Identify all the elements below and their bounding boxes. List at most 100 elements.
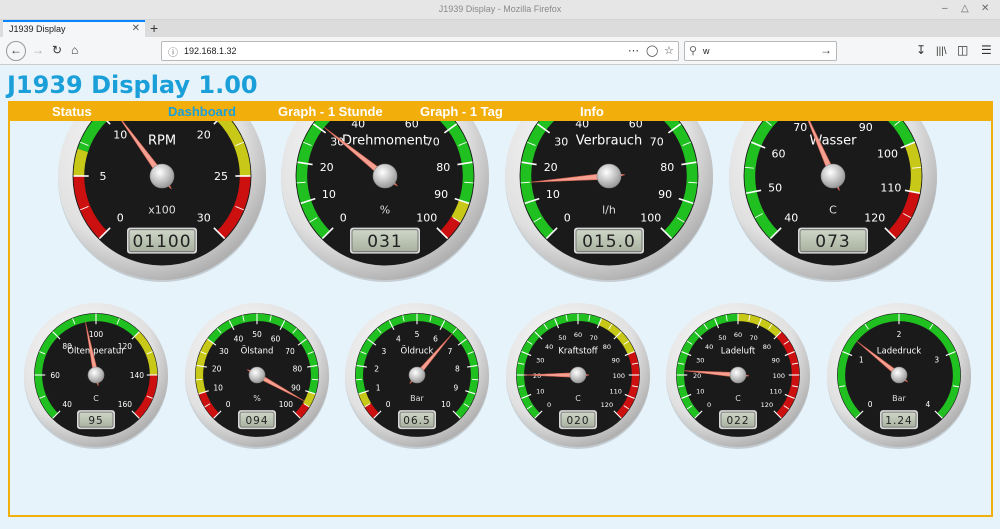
- search-bar[interactable]: ⚲ w →: [684, 41, 837, 61]
- gauge-tick-label: 20: [693, 372, 701, 380]
- gauge-tick-label: 10: [213, 384, 223, 393]
- gauge-intake: 010 20 3040 50 60 70 8090 100 110 120 Ladeluft C 022: [666, 303, 810, 449]
- menu-item-status[interactable]: Status: [52, 104, 92, 119]
- gauge-unit: Bar: [892, 394, 906, 403]
- lcd-value: 022: [726, 415, 749, 427]
- menu-item-graph-hour[interactable]: Graph - 1 Stunde: [278, 104, 383, 119]
- gauge-fuel: 01020304050 60 708090100110120KraftstoffC0…: [506, 303, 650, 449]
- gauge-hub: [596, 163, 622, 189]
- gauge-title: Drehmoment: [342, 134, 428, 149]
- gauge-tick-label: 90: [291, 384, 301, 393]
- navigation-bar: ← → ↻ ⌂ ⓘ 192.168.1.32 ⋯ ◯ ☆ ⚲ w → ↧ |||…: [0, 37, 1000, 65]
- tab-label: J1939 Display: [9, 24, 66, 34]
- gauge-tick-label: 90: [612, 356, 620, 364]
- gauge-unit: Bar: [410, 394, 424, 403]
- home-icon[interactable]: ⌂: [71, 42, 78, 58]
- dashboard: 051015202530RPMx100011000102030405060708…: [8, 72, 993, 517]
- search-go-icon[interactable]: →: [820, 43, 832, 57]
- gauge-tick-label: 10: [322, 188, 336, 201]
- gauge-tick-label: 80: [763, 343, 771, 351]
- menu-icon[interactable]: ☰: [981, 42, 992, 58]
- gauge-title: RPM: [148, 134, 176, 149]
- gauge-tick-label: 100: [613, 372, 625, 380]
- gauge-tick-label: 6: [433, 335, 438, 344]
- gauge-tick-label: 110: [880, 182, 901, 195]
- gauge-tick-label: 20: [212, 365, 222, 374]
- menu-item-dashboard[interactable]: Dashboard: [168, 104, 236, 119]
- gauge-tick-label: 40: [351, 121, 365, 130]
- gauge-tick-label: 10: [441, 400, 451, 409]
- gauge-tick-label: 10: [546, 188, 560, 201]
- gauge-fuelrate: 0 10 20 30 40 50 60 70 80 90 100 Verbrauch l/h 015.0: [505, 72, 713, 282]
- gauge-tick-label: 20: [320, 161, 334, 174]
- gauge-tick-label: 3: [934, 355, 939, 364]
- info-icon[interactable]: ⓘ: [168, 44, 178, 59]
- page-actions-icon[interactable]: ⋯: [628, 44, 639, 57]
- gauge-tick-label: 2: [897, 330, 902, 339]
- gauge-tick-label: 90: [658, 188, 672, 201]
- gauge-tick-label: 0: [340, 212, 347, 225]
- url-bar[interactable]: ⓘ 192.168.1.32 ⋯ ◯ ☆: [161, 41, 679, 61]
- gauge-tick-label: 80: [436, 161, 450, 174]
- lcd-value: 020: [566, 415, 589, 427]
- gauge-tick-label: 160: [118, 400, 133, 409]
- gauge-hub: [248, 366, 266, 384]
- maximize-icon[interactable]: △: [961, 3, 969, 15]
- page-title: J1939 Display 1.00: [7, 71, 258, 99]
- gauge-hub: [569, 366, 587, 384]
- gauge-tick-label: 70: [285, 347, 295, 356]
- lcd-value: 1.24: [885, 415, 912, 427]
- gauge-boost: 0 1 2 3 4 Ladedruck Bar 1.24: [827, 303, 971, 449]
- gauge-tick-label: 110: [770, 388, 782, 396]
- tab-j1939[interactable]: J1939 Display ✕: [3, 20, 145, 37]
- gauge-tick-label: 8: [455, 365, 460, 374]
- gauge-tick-label: 110: [610, 388, 622, 396]
- gauge-tick-label: 10: [536, 388, 544, 396]
- gauge-hub: [890, 366, 908, 384]
- gauge-oillevel: 010 20 30 40 50 60 70 80 90 100 Ölstand% 094: [185, 303, 329, 449]
- gauge-tick-label: 30: [554, 135, 568, 148]
- gauge-tick-label: 40: [234, 335, 244, 344]
- gauge-tick-label: 0: [564, 212, 571, 225]
- gauge-tick-label: 0: [707, 401, 711, 409]
- gauge-tick-label: 40: [575, 121, 589, 130]
- gauge-title: Ölstand: [241, 345, 274, 356]
- gauge-hub: [87, 366, 105, 384]
- search-icon: ⚲: [689, 45, 698, 57]
- gauge-tick-label: 40: [62, 400, 72, 409]
- close-tab-icon[interactable]: ✕: [132, 23, 140, 34]
- gauge-tick-label: 60: [271, 335, 281, 344]
- bookmark-star-icon[interactable]: ☆: [664, 44, 674, 57]
- new-tab-icon[interactable]: +: [150, 20, 158, 36]
- gauge-tick-label: 0: [386, 400, 391, 409]
- lcd-value: 073: [815, 232, 850, 252]
- minimize-icon[interactable]: –: [942, 3, 948, 15]
- gauge-hub: [729, 366, 747, 384]
- gauge-tick-label: 60: [50, 371, 60, 380]
- window-title: J1939 Display - Mozilla Firefox: [438, 4, 562, 14]
- downloads-icon[interactable]: ↧: [916, 42, 926, 58]
- menu-item-info[interactable]: Info: [580, 104, 604, 119]
- gauge-tick-label: 0: [547, 401, 551, 409]
- reload-icon[interactable]: ↻: [52, 42, 62, 58]
- search-input[interactable]: w: [703, 46, 710, 56]
- tab-bar: J1939 Display ✕ +: [0, 20, 1000, 37]
- gauge-tick-label: 60: [771, 147, 785, 160]
- library-icon[interactable]: |||\: [936, 44, 947, 60]
- gauge-tick-label: 1: [859, 355, 864, 364]
- gauge-tick-label: 100: [416, 212, 437, 225]
- menu-item-graph-day[interactable]: Graph - 1 Tag: [420, 104, 503, 119]
- forward-icon[interactable]: →: [32, 42, 44, 58]
- gauge-tick-label: 90: [434, 188, 448, 201]
- gauge-unit: l/h: [602, 204, 616, 217]
- gauge-tick-label: 1: [376, 384, 381, 393]
- url-text[interactable]: 192.168.1.32: [184, 46, 237, 56]
- sidebar-icon[interactable]: ◫: [957, 42, 968, 58]
- back-icon[interactable]: ←: [6, 41, 26, 61]
- gauge-hub: [820, 163, 846, 189]
- gauge-tick-label: 120: [601, 401, 613, 409]
- gauge-tick-label: 10: [696, 388, 704, 396]
- close-window-icon[interactable]: ✕: [981, 3, 989, 15]
- pocket-icon[interactable]: ◯: [646, 44, 658, 57]
- gauge-rpm: 0 5 10 15 20 25 30 RPM x100 01100: [58, 72, 266, 282]
